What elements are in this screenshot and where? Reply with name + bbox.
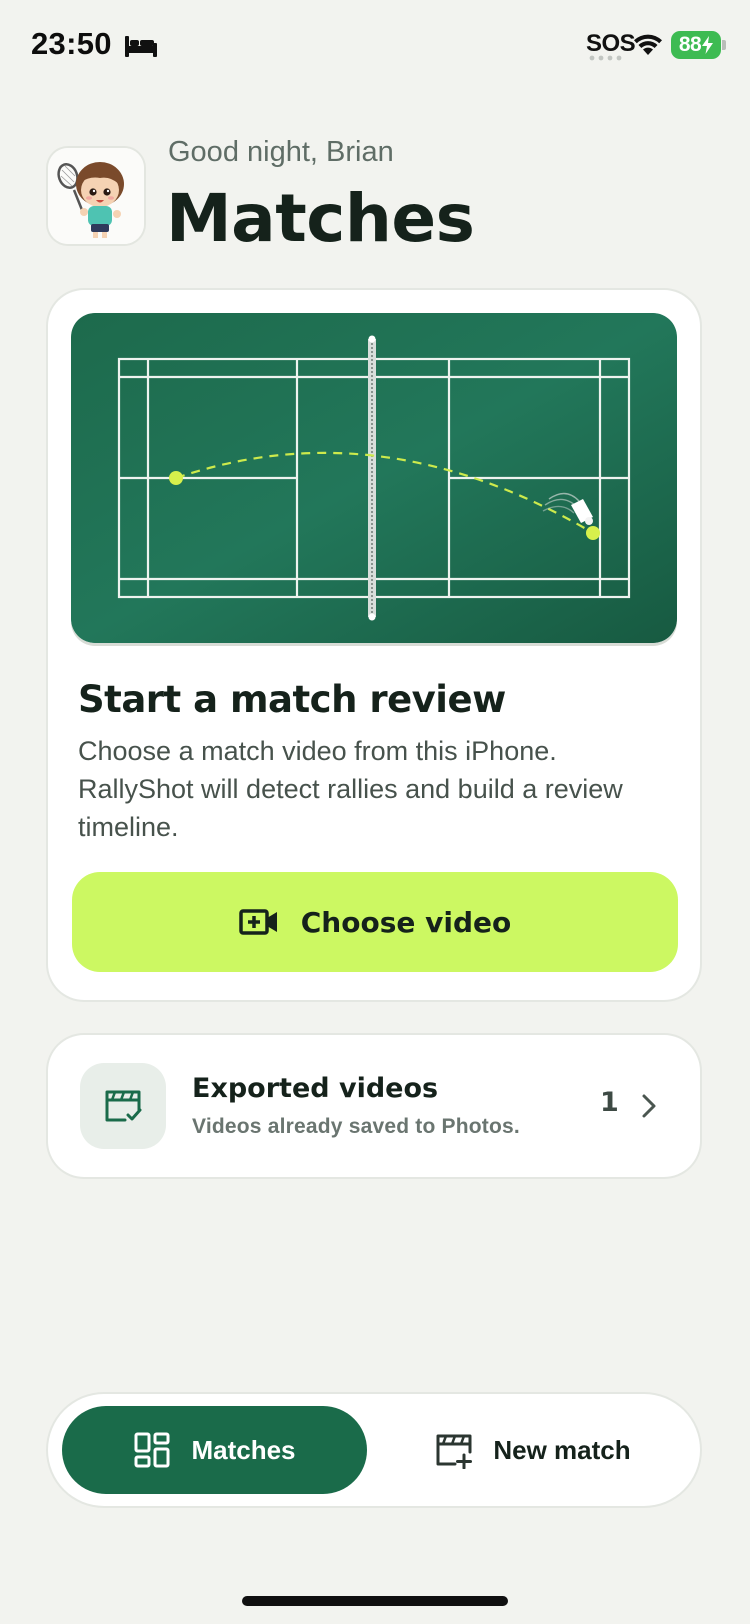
exported-videos-title: Exported videos [192, 1073, 439, 1104]
chevron-right-icon [642, 1094, 656, 1118]
carrier-status: SOS [586, 30, 636, 57]
exported-videos-row[interactable]: Exported videos Videos already saved to … [48, 1035, 700, 1177]
badminton-court-graphic [71, 313, 677, 643]
wifi-icon [634, 34, 662, 55]
tab-new-match[interactable]: New match [378, 1406, 688, 1494]
grid-icon [134, 1432, 170, 1468]
court-illustration [71, 313, 677, 643]
choose-video-label: Choose video [300, 905, 512, 939]
tab-new-match-label: New match [493, 1434, 631, 1465]
home-indicator[interactable] [242, 1596, 508, 1606]
status-time: 23:50 [31, 26, 112, 61]
card-heading: Start a match review [78, 678, 506, 721]
clapper-plus-icon [436, 1434, 473, 1469]
video-plus-icon [239, 909, 277, 935]
bed-icon [125, 36, 157, 57]
greeting-text: Good night, Brian [168, 136, 394, 168]
bottom-tab-bar: Matches New match [48, 1394, 700, 1506]
charging-bolt-icon [702, 36, 714, 54]
clapper-check-icon [105, 1090, 142, 1122]
card-description: Choose a match video from this iPhone. R… [78, 736, 623, 842]
tab-matches[interactable]: Matches [62, 1406, 367, 1494]
exported-videos-subtitle: Videos already saved to Photos. [192, 1115, 520, 1138]
battery-level: 88 [678, 33, 702, 56]
tab-matches-label: Matches [191, 1434, 296, 1465]
avatar-illustration [48, 148, 144, 244]
exported-icon-tile [80, 1063, 166, 1149]
battery-nub [722, 40, 726, 50]
status-bar: 23:50 SOS 88 [0, 0, 750, 92]
page-title: Matches [166, 180, 475, 257]
page-header: Good night, Brian Matches [48, 136, 708, 266]
choose-video-button[interactable]: Choose video [72, 872, 678, 972]
battery-indicator: 88 [671, 31, 721, 59]
exported-videos-count: 1 [600, 1087, 619, 1118]
signal-dots-icon [589, 55, 622, 61]
avatar[interactable] [48, 148, 144, 244]
match-review-card: Start a match review Choose a match vide… [48, 290, 700, 1000]
